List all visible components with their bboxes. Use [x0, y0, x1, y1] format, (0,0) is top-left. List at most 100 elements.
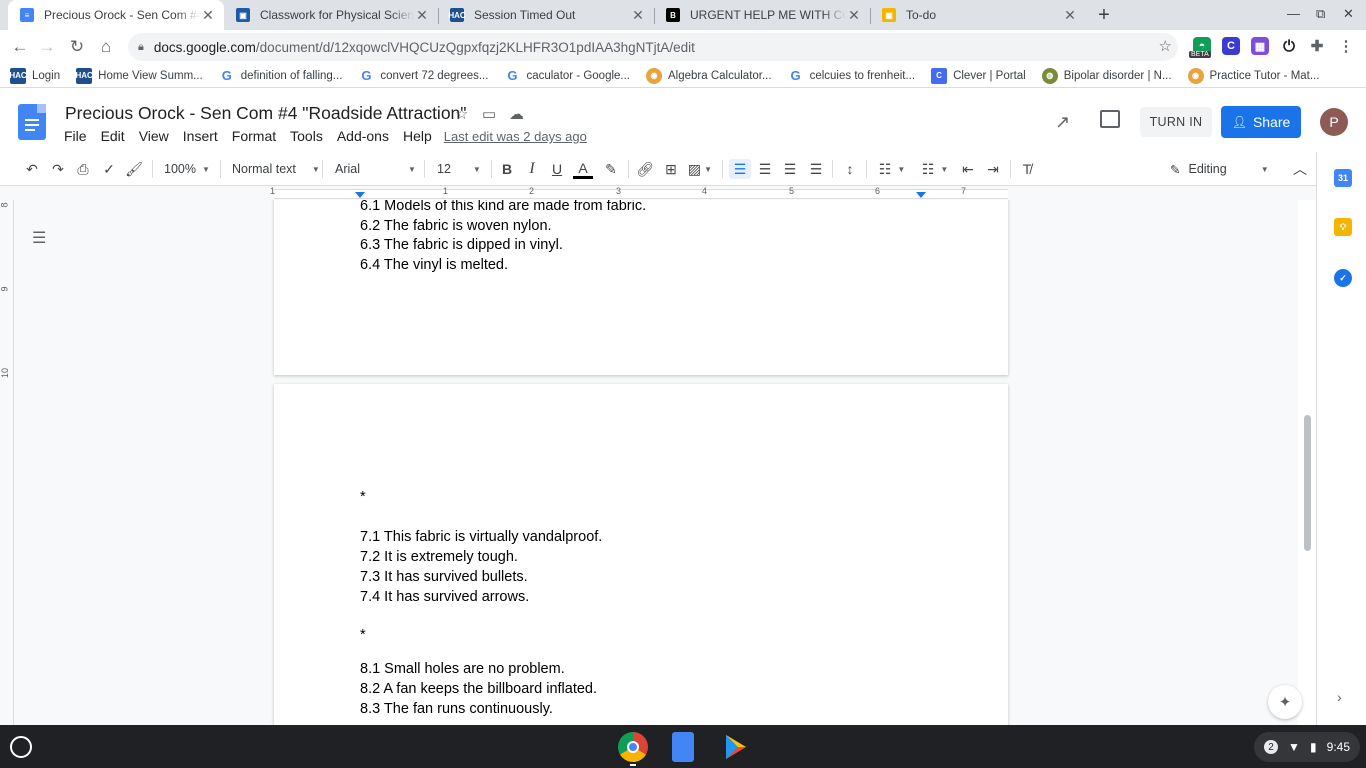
zoom-select[interactable]: 100% ▼ — [164, 159, 210, 179]
star-icon[interactable]: ☆ — [455, 105, 468, 123]
paragraph-line[interactable]: 7.3 It has survived bullets. — [360, 569, 528, 585]
cloud-saved-icon[interactable]: ☁ — [509, 105, 524, 123]
bookmark-home-view[interactable]: HAC Home View Summ... — [75, 67, 203, 84]
tab-to-do[interactable]: ▣ To-do ✕ — [870, 0, 1086, 30]
scrollbar-thumb[interactable] — [1304, 415, 1311, 551]
increase-indent-icon[interactable]: ⇥ — [983, 159, 1003, 179]
reload-icon[interactable]: ↻ — [65, 35, 89, 59]
bookmark-clever[interactable]: C Clever | Portal — [931, 67, 1026, 84]
paragraph-line[interactable]: 8.2 A fan keeps the billboard inflated. — [360, 681, 597, 697]
menu-edit[interactable]: Edit — [101, 128, 125, 144]
close-icon[interactable]: ✕ — [1062, 7, 1078, 24]
bookmark-convert[interactable]: Gconvert 72 degrees... — [358, 67, 488, 84]
bookmark-bipolar[interactable]: ◍ Bipolar disorder | N... — [1041, 67, 1172, 84]
align-justify-icon[interactable]: ☰ — [806, 159, 826, 179]
tasks-icon[interactable]: ✓ — [1334, 269, 1352, 287]
right-indent-marker[interactable] — [916, 192, 926, 198]
tab-session-timed-out[interactable]: HAC Session Timed Out ✕ — [438, 0, 654, 30]
tab-classwork[interactable]: ▣ Classwork for Physical Science 2 ✕ — [224, 0, 438, 30]
paragraph-line[interactable]: 8.3 The fan runs continuously. — [360, 701, 553, 717]
chrome-app-icon[interactable] — [618, 732, 648, 762]
insert-link-icon[interactable]: 🔗︎ — [635, 159, 655, 179]
activity-dashboard-icon[interactable]: ↗ — [1055, 112, 1070, 133]
turn-in-button[interactable]: TURN IN — [1140, 107, 1212, 137]
bookmark-star-icon[interactable]: ☆ — [1159, 37, 1172, 55]
bookmark-calculator[interactable]: Gcaculator - Google... — [504, 67, 630, 84]
align-right-icon[interactable]: ☰ — [780, 159, 800, 179]
document-outline-icon[interactable]: ☰ — [32, 228, 46, 248]
bookmark-login[interactable]: HAC Login — [9, 67, 60, 84]
paragraph-line[interactable]: 8.1 Small holes are no problem. — [360, 661, 565, 677]
highlight-color-icon[interactable]: ✎ — [601, 159, 621, 179]
move-folder-icon[interactable]: ▭ — [482, 105, 496, 123]
menu-help[interactable]: Help — [403, 128, 432, 144]
extensions-puzzle-icon[interactable]: ✚ — [1308, 37, 1326, 55]
close-icon[interactable]: ✕ — [630, 7, 646, 24]
close-window-icon[interactable]: ✕ — [1343, 6, 1354, 22]
document-title[interactable]: Precious Orock - Sen Com #4 "Roadside At… — [65, 103, 467, 124]
paragraph-line[interactable]: 7.1 This fabric is virtually vandalproof… — [360, 529, 602, 545]
last-edit-link[interactable]: Last edit was 2 days ago — [444, 129, 587, 144]
print-icon[interactable]: ⎙ — [73, 159, 93, 179]
tab-brainly[interactable]: B URGENT HELP ME WITH COMBINATION ✕ — [654, 0, 870, 30]
close-icon[interactable]: ✕ — [846, 7, 862, 24]
docs-app-icon[interactable] — [672, 732, 694, 762]
paragraph-line[interactable]: * — [360, 627, 366, 643]
power-icon[interactable]: ⏻ — [1280, 37, 1298, 55]
spellcheck-icon[interactable]: ✓ — [99, 159, 119, 179]
status-tray[interactable]: 2 ▼ ▮ 9:45 — [1254, 732, 1360, 762]
style-select[interactable]: Normal text ▼ — [232, 159, 320, 179]
paragraph-line[interactable]: 6.3 The fabric is dipped in vinyl. — [360, 237, 563, 253]
add-comment-icon[interactable]: ⊞ — [661, 159, 681, 179]
menu-tools[interactable]: Tools — [290, 128, 323, 144]
align-center-icon[interactable]: ☰ — [755, 159, 775, 179]
page[interactable]: * 7.1 This fabric is virtually vandalpro… — [274, 384, 1008, 725]
vertical-scrollbar[interactable] — [1298, 200, 1316, 725]
vertical-ruler[interactable]: 8 9 10 — [0, 200, 14, 725]
clear-formatting-icon[interactable]: T̸ — [1017, 159, 1037, 179]
redo-icon[interactable]: ↷ — [48, 159, 68, 179]
explore-icon[interactable]: ✦ — [1268, 685, 1302, 719]
bold-icon[interactable]: B — [498, 159, 516, 179]
page[interactable]: 6.1 Models of this kind are made from fa… — [274, 200, 1008, 375]
bookmark-algebra[interactable]: ◉ Algebra Calculator... — [646, 67, 772, 84]
italic-icon[interactable]: I — [523, 159, 541, 179]
extension-c-icon[interactable]: C — [1222, 37, 1240, 55]
bookmark-celcuies[interactable]: Gcelcuies to frenheit... — [787, 67, 915, 84]
menu-format[interactable]: Format — [232, 128, 276, 144]
comments-icon[interactable] — [1100, 110, 1120, 128]
left-indent-marker[interactable] — [355, 192, 365, 198]
undo-icon[interactable]: ↶ — [22, 159, 42, 179]
paragraph-line[interactable]: 7.4 It has survived arrows. — [360, 589, 529, 605]
font-size-select[interactable]: 12 ▼ — [437, 159, 481, 179]
home-icon[interactable]: ⌂ — [94, 35, 118, 59]
restore-icon[interactable]: ⧉ — [1316, 6, 1325, 22]
close-icon[interactable]: ✕ — [414, 7, 430, 24]
bookmark-practice-tutor[interactable]: ◉ Practice Tutor - Mat... — [1187, 67, 1319, 84]
bulleted-list-icon[interactable]: ☷ ▼ — [918, 159, 952, 179]
keep-icon[interactable]: 💡︎ — [1334, 218, 1352, 236]
align-left-icon[interactable]: ☰ — [729, 159, 751, 179]
horizontal-ruler[interactable]: 1 1 2 3 4 5 6 7 — [0, 186, 1316, 200]
tab-google-doc[interactable]: ≡ Precious Orock - Sen Com #4 "Roadside … — [8, 0, 224, 30]
paint-format-icon[interactable]: 🖌︎ — [124, 159, 144, 179]
menu-insert[interactable]: Insert — [183, 128, 218, 144]
extension-puzzle-purple-icon[interactable]: ▦ — [1251, 37, 1269, 55]
font-select[interactable]: Arial ▼ — [335, 159, 416, 179]
google-docs-logo-icon[interactable] — [18, 104, 46, 140]
calendar-icon[interactable]: 31 — [1334, 169, 1352, 187]
chrome-menu-icon[interactable]: ⋮ — [1337, 37, 1355, 55]
minimize-icon[interactable]: — — [1287, 6, 1300, 21]
address-bar[interactable]: 🔒︎ docs.google.com/document/d/12xqowclVH… — [128, 33, 1178, 61]
paragraph-line[interactable]: 7.2 It is extremely tough. — [360, 549, 518, 565]
forward-icon[interactable]: → — [35, 35, 59, 59]
paragraph-line[interactable]: 6.4 The vinyl is melted. — [360, 257, 508, 273]
bookmark-definition[interactable]: Gdefinition of falling... — [218, 67, 342, 84]
close-icon[interactable]: ✕ — [200, 7, 216, 24]
numbered-list-icon[interactable]: ☷ ▼ — [875, 159, 909, 179]
insert-image-icon[interactable]: ▨ ▼ — [686, 159, 714, 179]
underline-icon[interactable]: U — [548, 159, 566, 179]
menu-file[interactable]: File — [64, 128, 87, 144]
new-tab-icon[interactable]: + — [1093, 4, 1115, 27]
line-spacing-icon[interactable]: ↕ — [840, 159, 860, 179]
